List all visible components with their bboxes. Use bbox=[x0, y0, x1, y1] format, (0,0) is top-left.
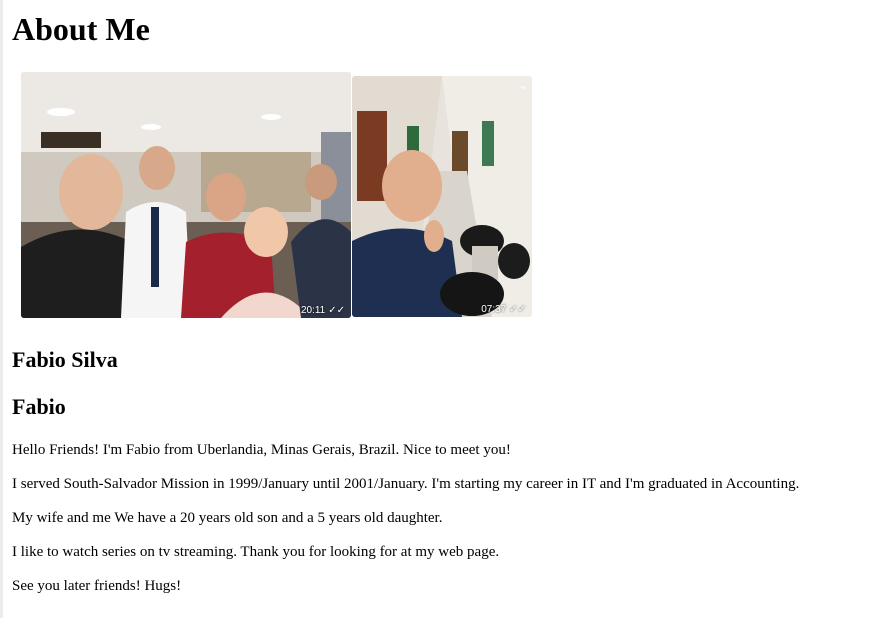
page-title: About Me bbox=[12, 11, 150, 47]
paragraph-family: My wife and me We have a 20 years old so… bbox=[12, 510, 443, 526]
group-photo-image bbox=[21, 72, 351, 318]
double-check-icon: ✓✓ bbox=[509, 304, 526, 315]
left-border bbox=[0, 0, 3, 618]
profile-full-name: Fabio Silva bbox=[12, 347, 118, 372]
photo-2-meta: 07:37 ✓✓ bbox=[481, 304, 526, 315]
paragraph-hobbies: I like to watch series on tv streaming. … bbox=[12, 544, 500, 560]
photo-gallery: 20:11 ✓✓ ⌄ 07:37 ✓✓ bbox=[21, 72, 533, 319]
photo-1-meta: 20:11 ✓✓ bbox=[301, 305, 345, 316]
double-check-icon: ✓✓ bbox=[328, 305, 345, 316]
profile-short-name: Fabio bbox=[12, 394, 66, 419]
photo-1-timestamp: 20:11 bbox=[300, 305, 326, 316]
photo-2-timestamp: 07:37 bbox=[481, 304, 507, 315]
paragraph-mission: I served South-Salvador Mission in 1999/… bbox=[12, 476, 800, 492]
paragraph-farewell: See you later friends! Hugs! bbox=[12, 578, 182, 594]
group-photo[interactable]: 20:11 ✓✓ bbox=[21, 72, 351, 318]
chevron-down-icon[interactable]: ⌄ bbox=[518, 78, 528, 92]
hallway-photo[interactable]: ⌄ 07:37 ✓✓ bbox=[352, 76, 532, 317]
paragraph-greeting: Hello Friends! I'm Fabio from Uberlandia… bbox=[12, 442, 511, 458]
hallway-photo-image bbox=[352, 76, 532, 317]
